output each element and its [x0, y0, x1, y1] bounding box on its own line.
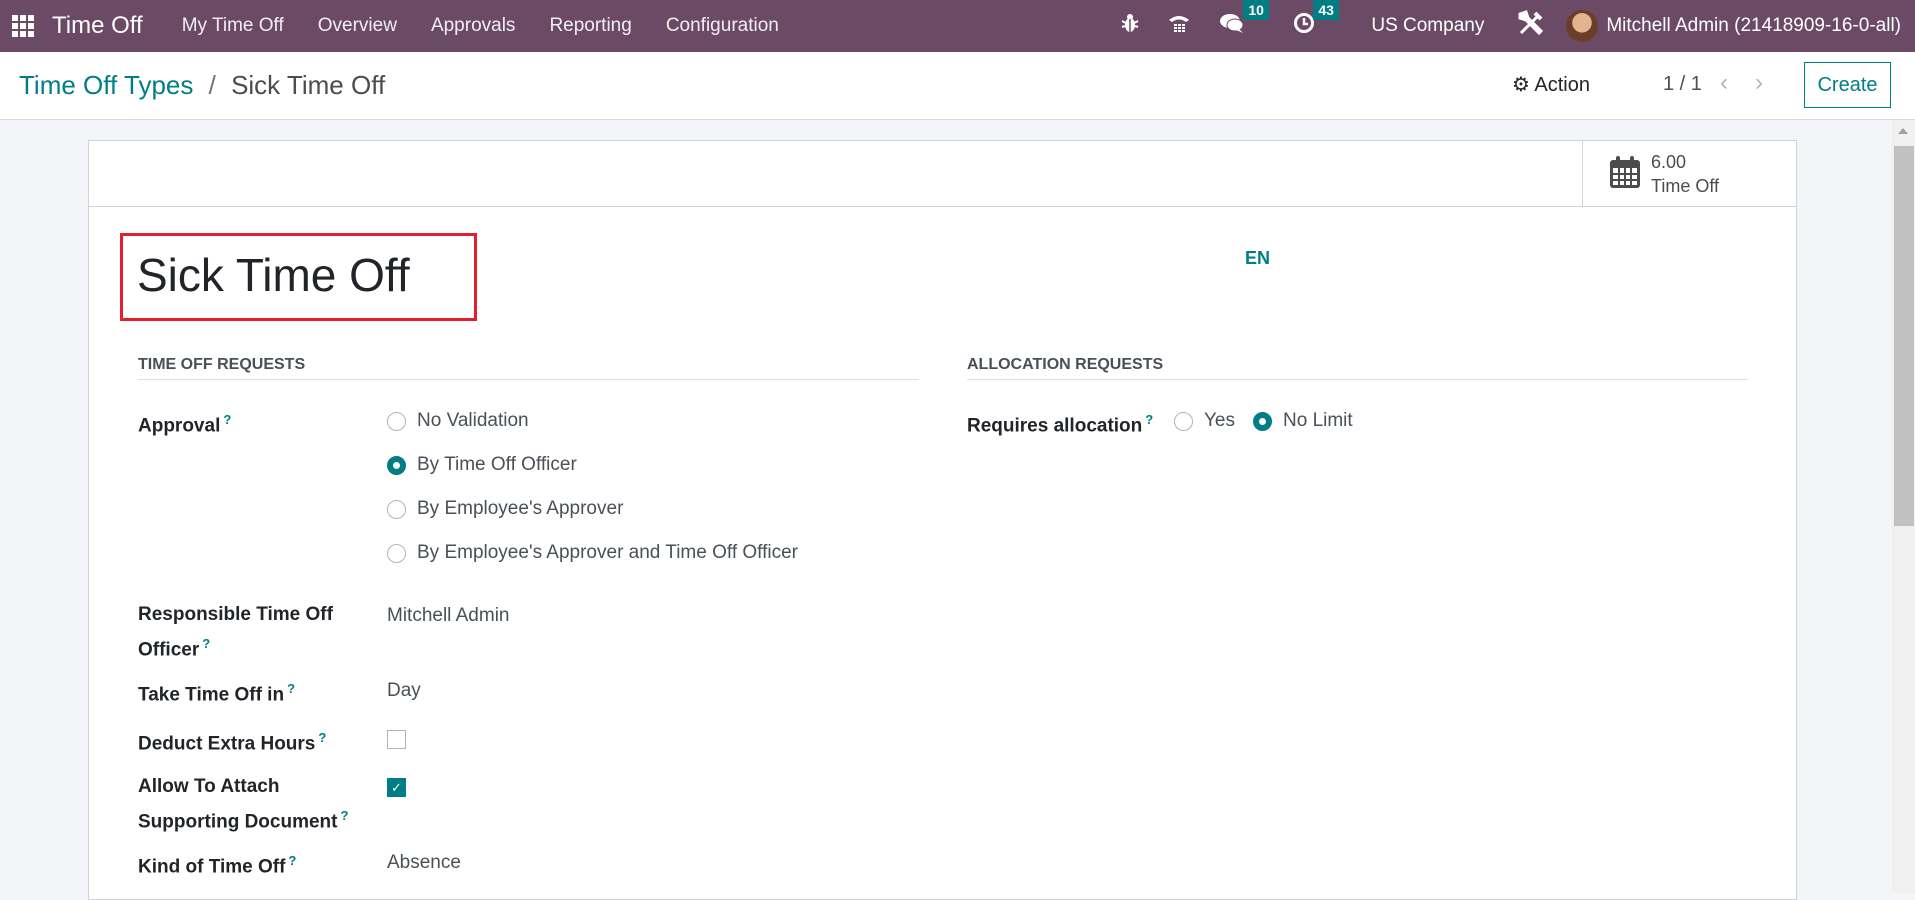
menu-reporting[interactable]: Reporting: [549, 15, 631, 37]
radio-icon: [387, 499, 406, 519]
requires-allocation-no-limit[interactable]: No Limit: [1253, 410, 1353, 432]
calendar-icon: [1609, 155, 1641, 194]
deduct-extra-hours-label: Deduct Extra Hours?: [138, 730, 327, 755]
title-highlight-box: Sick Time Off: [120, 233, 477, 321]
help-icon[interactable]: ?: [223, 412, 231, 427]
language-button[interactable]: EN: [1245, 248, 1270, 269]
allow-attach-document-checkbox[interactable]: ✓: [387, 778, 406, 797]
scroll-up-arrow-icon[interactable]: [1898, 128, 1908, 134]
requires-allocation-label: Requires allocation?: [967, 412, 1154, 437]
help-icon[interactable]: ?: [1145, 412, 1153, 427]
radio-icon: [387, 543, 406, 563]
tools-icon[interactable]: [1518, 10, 1544, 42]
bug-icon[interactable]: [1121, 13, 1139, 39]
allow-attach-document-label: Allow To Attach Supporting Document?: [138, 776, 349, 833]
approval-option-employee-approver[interactable]: By Employee's Approver: [387, 498, 623, 520]
deduct-extra-hours-checkbox[interactable]: [387, 730, 406, 749]
top-navbar: Time Off My Time Off Overview Approvals …: [0, 0, 1915, 52]
pager-previous-icon[interactable]: ‹: [1720, 69, 1728, 97]
radio-selected-icon: [1253, 411, 1272, 431]
vertical-scrollbar[interactable]: [1892, 120, 1915, 893]
messages-badge: 10: [1243, 0, 1269, 20]
radio-icon: [387, 411, 406, 431]
phone-icon[interactable]: [1167, 12, 1191, 40]
time-off-requests-heading: TIME OFF REQUESTS: [138, 356, 306, 373]
approval-option-no-validation[interactable]: No Validation: [387, 410, 529, 432]
form-sheet: 6.00 Time Off Sick Time Off EN TIME OFF …: [88, 140, 1797, 900]
chat-icon[interactable]: 10: [1219, 0, 1269, 40]
section-divider: [138, 379, 919, 380]
help-icon[interactable]: ?: [287, 681, 295, 696]
breadcrumb-separator: /: [208, 70, 216, 100]
help-icon[interactable]: ?: [202, 636, 210, 651]
help-icon[interactable]: ?: [288, 853, 296, 868]
time-off-type-name[interactable]: Sick Time Off: [137, 248, 410, 302]
approval-label: Approval?: [138, 412, 232, 437]
action-label: Action: [1534, 74, 1590, 96]
user-menu[interactable]: Mitchell Admin (21418909-16-0-all): [1606, 15, 1901, 37]
menu-my-time-off[interactable]: My Time Off: [182, 15, 284, 37]
section-divider: [967, 379, 1748, 380]
breadcrumb-current: Sick Time Off: [231, 70, 386, 100]
clock-icon[interactable]: 43: [1293, 0, 1339, 40]
menu-configuration[interactable]: Configuration: [666, 15, 779, 37]
time-off-stat-button[interactable]: 6.00 Time Off: [1582, 141, 1796, 207]
breadcrumb-time-off-types[interactable]: Time Off Types: [19, 70, 193, 100]
company-switcher[interactable]: US Company: [1371, 15, 1484, 37]
menu-approvals[interactable]: Approvals: [431, 15, 516, 37]
responsible-officer-label: Responsible Time Off Officer?: [138, 604, 333, 661]
pager-value[interactable]: 1 / 1: [1663, 73, 1702, 96]
approval-option-both[interactable]: By Employee's Approver and Time Off Offi…: [387, 542, 798, 564]
user-avatar[interactable]: [1566, 10, 1599, 42]
kind-of-time-off-value[interactable]: Absence: [387, 852, 461, 874]
help-icon[interactable]: ?: [340, 808, 348, 823]
scrollbar-thumb[interactable]: [1894, 146, 1914, 526]
allocation-requests-heading: ALLOCATION REQUESTS: [967, 356, 1164, 373]
stat-label: Time Off: [1651, 176, 1720, 196]
help-icon[interactable]: ?: [318, 730, 326, 745]
responsible-officer-value[interactable]: Mitchell Admin: [387, 605, 510, 627]
take-time-off-in-value[interactable]: Day: [387, 680, 421, 702]
apps-menu-icon[interactable]: [12, 15, 34, 37]
approval-option-time-off-officer[interactable]: By Time Off Officer: [387, 454, 577, 476]
kind-of-time-off-label: Kind of Time Off?: [138, 853, 297, 878]
breadcrumb: Time Off Types / Sick Time Off: [19, 70, 385, 101]
gear-icon: ⚙: [1512, 74, 1530, 96]
menu-overview[interactable]: Overview: [318, 15, 397, 37]
radio-icon: [1174, 411, 1193, 431]
radio-selected-icon: [387, 455, 406, 475]
pager-next-icon[interactable]: ›: [1755, 69, 1763, 97]
requires-allocation-yes[interactable]: Yes: [1174, 410, 1235, 432]
control-panel: Time Off Types / Sick Time Off ⚙ Action …: [0, 52, 1915, 120]
activities-badge: 43: [1313, 0, 1339, 20]
app-name[interactable]: Time Off: [52, 12, 143, 40]
action-menu-button[interactable]: ⚙ Action: [1512, 72, 1590, 97]
stat-value: 6.00: [1651, 152, 1687, 172]
take-time-off-in-label: Take Time Off in?: [138, 681, 296, 706]
button-box: 6.00 Time Off: [89, 141, 1796, 207]
create-button[interactable]: Create: [1804, 62, 1891, 108]
